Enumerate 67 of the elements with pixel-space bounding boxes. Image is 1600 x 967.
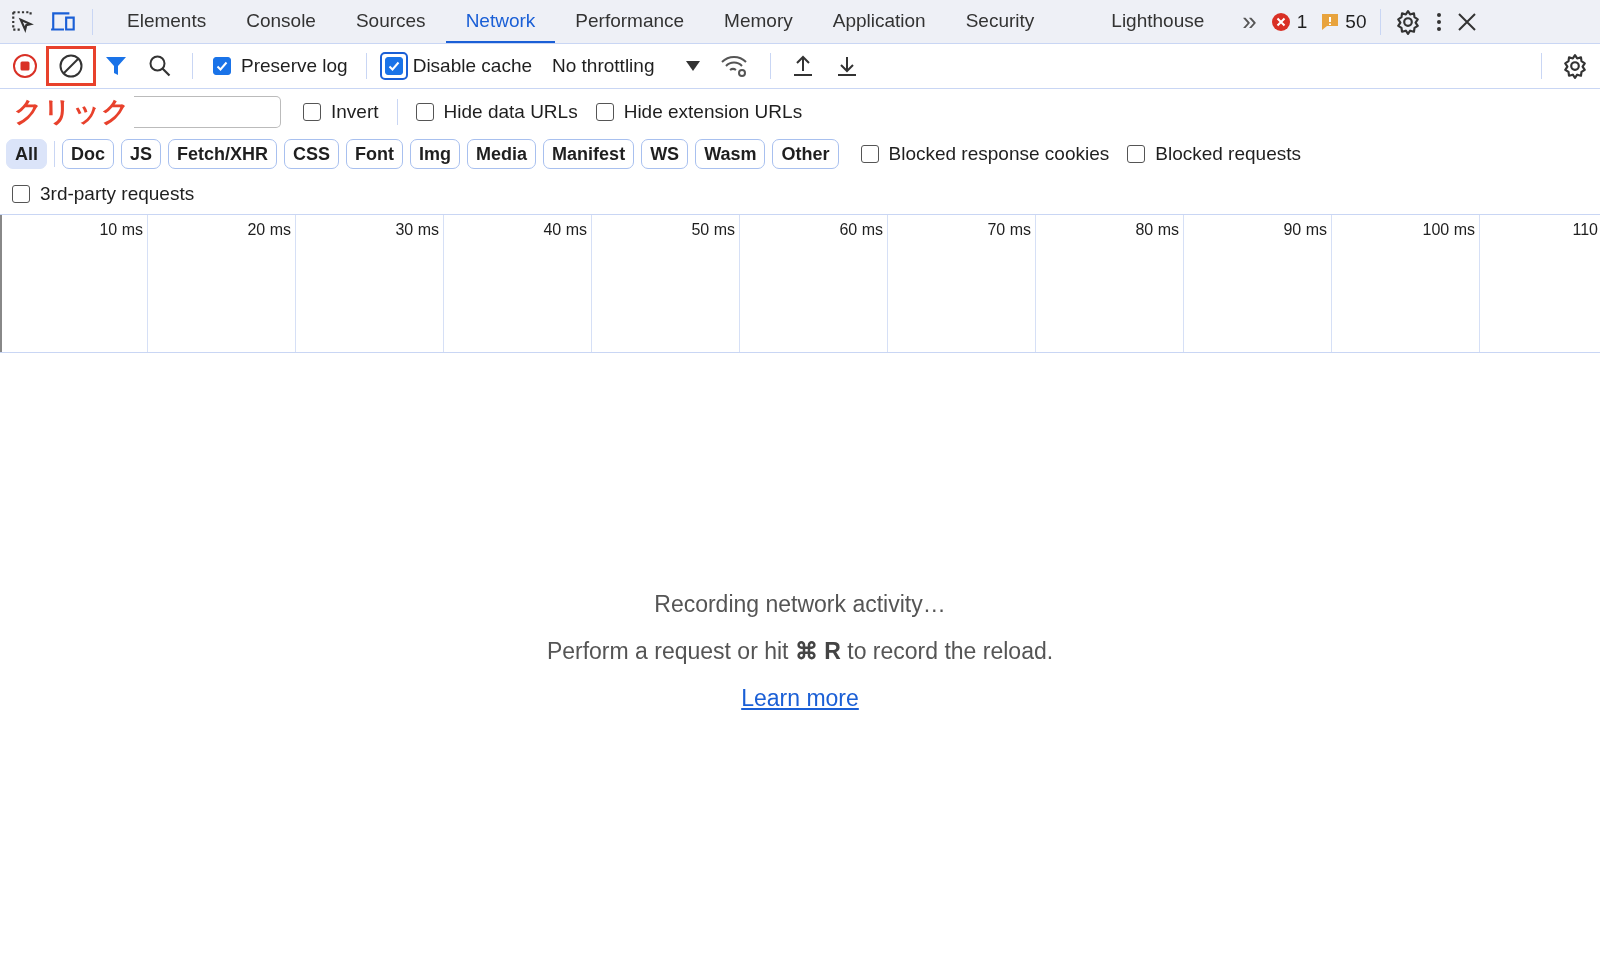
timeline-tick-label: 110	[1572, 221, 1598, 240]
panel-tab[interactable]: Elements	[107, 0, 227, 43]
empty-state-title: Recording network activity…	[654, 591, 946, 618]
checkbox[interactable]	[415, 102, 434, 121]
learn-more-link[interactable]: Learn more	[741, 685, 859, 712]
more-tabs-button[interactable]: »	[1242, 6, 1257, 37]
panel-tab[interactable]: Security	[945, 0, 1055, 43]
checkbox[interactable]	[595, 102, 614, 121]
timeline-tick-label: 100 ms	[1422, 221, 1475, 240]
checkbox[interactable]	[384, 57, 403, 75]
checkbox[interactable]	[12, 185, 30, 203]
type-filter-chip[interactable]: WS	[641, 139, 689, 169]
type-filter-chip[interactable]: Fetch/XHR	[168, 139, 278, 169]
panel-tab[interactable]: Memory	[704, 0, 813, 43]
filter-icon[interactable]	[104, 54, 128, 78]
settings-icon[interactable]	[1562, 53, 1588, 79]
timeline-tick-label: 30 ms	[395, 221, 439, 240]
checkbox-label: 3rd-party requests	[40, 183, 195, 205]
timeline-tick-label: 10 ms	[99, 221, 143, 240]
close-icon[interactable]	[1457, 11, 1478, 32]
panel-tab[interactable]: Performance	[555, 0, 705, 43]
panel-tab[interactable]: Network	[445, 0, 556, 43]
clear-icon[interactable]	[58, 53, 84, 79]
type-filter-chip[interactable]: Img	[410, 139, 461, 169]
filter-field[interactable]	[134, 95, 281, 128]
throttling-dropdown[interactable]: No throttling	[552, 55, 701, 77]
empty-state-hint: Perform a request or hit ⌘ R to record the reload.	[546, 638, 1054, 665]
timeline-tick-label: 70 ms	[987, 221, 1031, 240]
checkbox[interactable]	[860, 145, 879, 163]
type-filter-chip[interactable]: Doc	[62, 139, 115, 169]
type-filter-chip[interactable]: JS	[121, 139, 162, 169]
checkbox[interactable]	[1127, 145, 1146, 163]
type-filter-chip[interactable]: Wasm	[695, 139, 766, 169]
dropdown-arrow-icon	[686, 61, 701, 71]
checkbox-label: Hide data URLs	[443, 100, 578, 123]
checkbox-label: Hide extension URLs	[623, 100, 803, 123]
error-icon	[1270, 11, 1291, 32]
checkbox-label: Blocked requests	[1155, 143, 1301, 165]
error-counter[interactable]: 1	[1270, 10, 1308, 33]
panel-tab[interactable]: Sources	[335, 0, 446, 43]
warning-icon	[1321, 12, 1340, 31]
timeline-tick-label: 20 ms	[247, 221, 291, 240]
checkbox[interactable]	[213, 57, 231, 75]
type-filter-chip[interactable]: Other	[772, 139, 839, 169]
record-button[interactable]	[12, 53, 38, 79]
checkbox-label: Blocked response cookies	[888, 143, 1110, 165]
panel-tab[interactable]: Console	[226, 0, 336, 43]
checkbox-label: Preserve log	[241, 55, 348, 77]
inspect-icon[interactable]	[10, 8, 36, 35]
type-filter-chip[interactable]: Media	[467, 139, 537, 169]
type-filter-chip[interactable]: CSS	[284, 139, 340, 169]
checkbox-label: Invert	[331, 100, 379, 123]
timeline-tick-label: 80 ms	[1135, 221, 1179, 240]
search-icon[interactable]	[148, 54, 172, 78]
type-filter-chip[interactable]: Font	[346, 139, 404, 169]
type-filter-chip[interactable]: Manifest	[543, 139, 635, 169]
checkbox[interactable]	[303, 102, 321, 121]
panel-tab[interactable]: Lighthouse	[1091, 0, 1225, 43]
panel-tab[interactable]: Application	[812, 0, 946, 43]
timeline-tick-label: 60 ms	[839, 221, 883, 240]
timeline-tick-label: 50 ms	[691, 221, 735, 240]
timeline-tick-label: 40 ms	[543, 221, 587, 240]
timeline-tick-label: 90 ms	[1283, 221, 1327, 240]
checkbox-label: Disable cache	[412, 55, 532, 77]
warning-counter[interactable]: 50	[1321, 10, 1367, 33]
settings-icon[interactable]	[1395, 8, 1422, 35]
type-filter-chip[interactable]: All	[6, 139, 47, 169]
